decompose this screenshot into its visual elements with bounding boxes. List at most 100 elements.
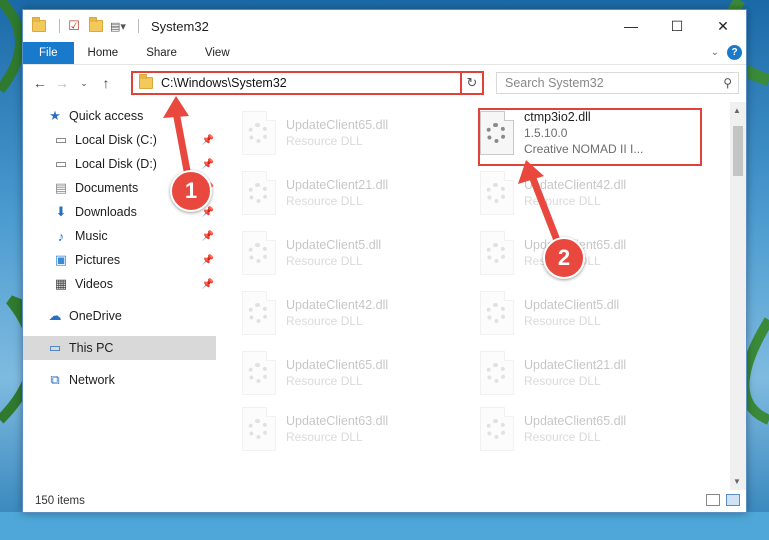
large-icons-view-icon[interactable] (726, 494, 740, 506)
file-name: UpdateClient5.dll (524, 298, 620, 312)
dll-file-icon (242, 351, 278, 395)
refresh-button[interactable]: ↻ (460, 71, 484, 95)
file-item[interactable]: UpdateClient65.dllResource DLL (480, 402, 700, 456)
sidebar-item-label: OneDrive (69, 309, 122, 323)
window-title: System32 (151, 18, 209, 34)
sidebar-item-label: Local Disk (C:) (75, 133, 157, 147)
dll-file-icon (480, 351, 516, 395)
divider (138, 19, 139, 33)
download-icon: ⬇ (55, 204, 67, 219)
folder-icon (139, 74, 153, 89)
file-item[interactable]: UpdateClient21.dll Resource DLL (242, 166, 462, 220)
minimize-button[interactable]: — (608, 10, 654, 42)
tab-share[interactable]: Share (132, 42, 191, 64)
address-bar[interactable]: C:\Windows\System32 ▼ (131, 71, 483, 95)
pin-icon[interactable]: 📌 (202, 207, 214, 218)
search-placeholder: Search System32 (505, 76, 604, 90)
back-button[interactable]: ← (29, 72, 51, 94)
file-description: Resource DLL (286, 430, 363, 444)
up-button[interactable]: ↑ (95, 72, 117, 94)
recent-locations-button[interactable]: ⌄ (73, 72, 95, 94)
dll-file-icon (480, 231, 516, 275)
file-item[interactable]: UpdateClient21.dll Resource DLL (480, 346, 700, 400)
file-description: Resource DLL (286, 254, 363, 268)
file-description: Resource DLL (286, 194, 363, 208)
properties-icon[interactable]: ☑ (66, 18, 82, 34)
scroll-down-icon[interactable]: ▼ (733, 477, 741, 486)
file-highlight-box (478, 108, 702, 166)
dll-file-icon (242, 171, 278, 215)
folder-icon (31, 17, 47, 34)
network-icon: ⧉ (50, 372, 60, 387)
new-folder-icon[interactable] (88, 17, 104, 34)
maximize-button[interactable]: ☐ (654, 10, 700, 42)
sidebar-item-this-pc[interactable]: ▭ This PC (23, 336, 216, 360)
videos-icon: ▦ (54, 276, 68, 291)
file-explorer-window: ☑ ▤▾ System32 — ☐ ✕ File Home Share View… (22, 9, 747, 513)
tab-home[interactable]: Home (74, 42, 133, 64)
sidebar-item-onedrive[interactable]: ☁ OneDrive (23, 304, 216, 328)
sidebar-item-label: This PC (69, 341, 114, 355)
pin-icon[interactable]: 📌 (202, 159, 214, 170)
vertical-scrollbar[interactable]: ▲ ▼ (730, 102, 746, 490)
customize-toolbar-icon[interactable]: ▤▾ (110, 18, 126, 34)
file-item[interactable]: UpdateClient5.dll Resource DLL (480, 286, 700, 340)
sidebar-item-label: Network (69, 373, 115, 387)
file-item[interactable]: UpdateClient5.dll Resource DLL (242, 226, 462, 280)
address-path: C:\Windows\System32 (161, 76, 287, 90)
search-input[interactable]: Search System32 ⚲ (496, 72, 739, 94)
file-name: UpdateClient21.dll (286, 178, 389, 192)
main-content: ★ Quick access ▭ Local Disk (C:) 📌 ▭ Loc… (23, 102, 746, 490)
details-view-icon[interactable] (706, 494, 720, 506)
forward-button[interactable]: → (51, 72, 73, 94)
file-item[interactable]: UpdateClient65.dllResource DLL (480, 226, 700, 280)
sidebar-item-network[interactable]: ⧉ Network (23, 368, 216, 392)
file-item[interactable]: UpdateClient65.dll Resource DLL (242, 346, 462, 400)
file-description: Resource DLL (524, 430, 601, 444)
pin-icon[interactable]: 📌 (202, 231, 214, 242)
sidebar-item-label: Documents (75, 181, 139, 195)
navigation-pane: ★ Quick access ▭ Local Disk (C:) 📌 ▭ Loc… (23, 102, 216, 490)
dll-file-icon (242, 231, 278, 275)
documents-icon: ▤ (54, 180, 68, 195)
sidebar-item-music[interactable]: ♪ Music 📌 (23, 224, 216, 248)
file-item[interactable]: UpdateClient42.dll Resource DLL (242, 286, 462, 340)
file-name: UpdateClient21.dll (524, 358, 627, 372)
close-button[interactable]: ✕ (700, 10, 746, 42)
expand-ribbon-icon[interactable]: ⌄ (711, 47, 719, 58)
dll-file-icon (480, 407, 516, 451)
file-item[interactable]: UpdateClient65.dll Resource DLL (242, 106, 462, 160)
items-count: 150 items (35, 495, 85, 507)
pin-icon[interactable]: 📌 (202, 279, 214, 290)
drive-icon: ▭ (54, 132, 68, 147)
tab-file[interactable]: File (23, 42, 74, 64)
file-name: UpdateClient42.dll (286, 298, 389, 312)
file-description: Resource DLL (524, 374, 601, 388)
file-description: Resource DLL (286, 374, 363, 388)
dll-file-icon (242, 407, 278, 451)
search-icon[interactable]: ⚲ (723, 76, 732, 90)
scroll-up-icon[interactable]: ▲ (733, 106, 741, 115)
navigation-bar: ← → ⌄ ↑ C:\Windows\System32 ▼ ↻ Search S… (23, 65, 746, 101)
scrollbar-thumb[interactable] (733, 126, 743, 176)
file-name: UpdateClient65.dll (286, 118, 389, 132)
file-item[interactable]: UpdateClient42.dll Resource DLL (480, 166, 700, 220)
sidebar-item-quick-access[interactable]: ★ Quick access (23, 104, 216, 128)
sidebar-item-label: Music (75, 229, 108, 243)
dll-file-icon (242, 111, 278, 155)
sidebar-item-pictures[interactable]: ▣ Pictures 📌 (23, 248, 216, 272)
computer-icon: ▭ (48, 340, 62, 355)
sidebar-item-label: Local Disk (D:) (75, 157, 157, 171)
pin-icon[interactable]: 📌 (202, 135, 214, 146)
file-name: UpdateClient65.dll (286, 358, 389, 372)
help-icon[interactable]: ? (727, 45, 742, 60)
file-item[interactable]: UpdateClient63.dll Resource DLL (242, 402, 462, 456)
cloud-icon: ☁ (48, 308, 62, 323)
file-description: Resource DLL (286, 134, 363, 148)
tab-view[interactable]: View (191, 42, 244, 64)
sidebar-item-local-disk-c[interactable]: ▭ Local Disk (C:) 📌 (23, 128, 216, 152)
sidebar-item-videos[interactable]: ▦ Videos 📌 (23, 272, 216, 296)
step-1-badge: 1 (170, 170, 212, 212)
pin-icon[interactable]: 📌 (202, 255, 214, 266)
file-name: UpdateClient5.dll (286, 238, 382, 252)
